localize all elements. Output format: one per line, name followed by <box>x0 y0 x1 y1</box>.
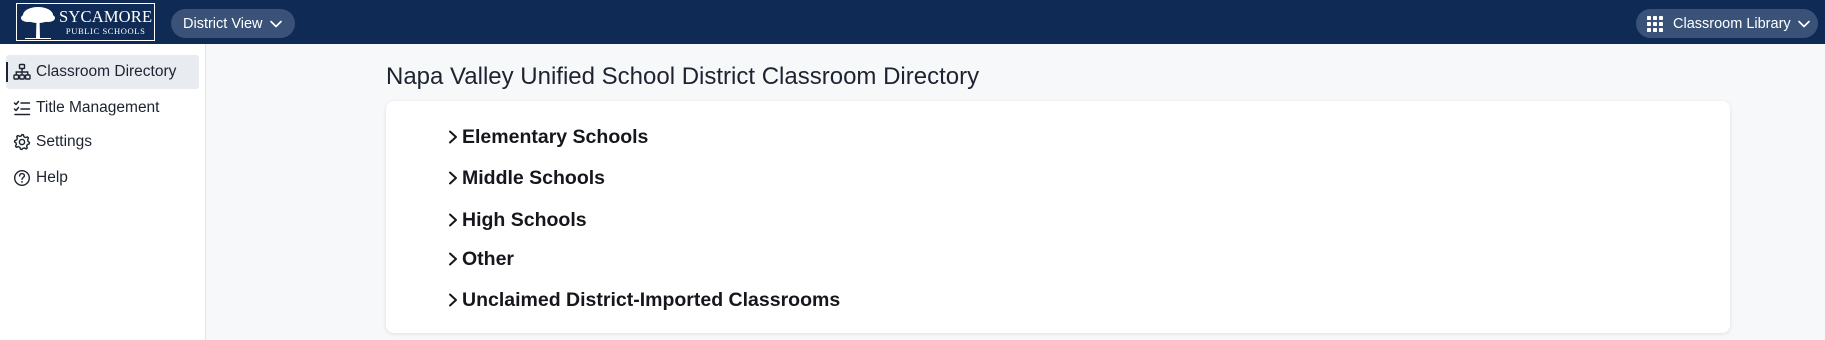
section-unclaimed-district-imported-classrooms[interactable]: Unclaimed District-Imported Classrooms <box>446 287 840 313</box>
logo-subtitle: PUBLIC SCHOOLS <box>65 26 146 36</box>
section-label: Other <box>462 247 515 270</box>
directory-card: Elementary Schools Middle Schools High S… <box>386 101 1730 333</box>
district-view-label: District View <box>183 15 263 32</box>
section-other[interactable]: Other <box>446 246 514 272</box>
section-label: Unclaimed District-Imported Classrooms <box>462 288 841 311</box>
section-elementary-schools[interactable]: Elementary Schools <box>446 124 648 150</box>
section-label: Middle Schools <box>462 166 606 189</box>
chevron-right-icon <box>449 252 457 266</box>
top-navbar: SYCAMORE PUBLIC SCHOOLS District View Cl… <box>0 0 1825 44</box>
chevron-right-icon <box>449 130 457 144</box>
tree-logo-icon <box>21 7 55 39</box>
sidebar-item-label: Classroom Directory <box>36 63 177 80</box>
sidebar-item-title-management[interactable]: Title Management <box>6 91 199 125</box>
apps-grid-icon <box>1647 15 1663 32</box>
section-label: Elementary Schools <box>462 125 649 148</box>
sycamore-logo[interactable]: SYCAMORE PUBLIC SCHOOLS <box>16 3 155 41</box>
sidebar-item-settings[interactable]: Settings <box>6 125 199 159</box>
sidebar-item-help[interactable]: Help <box>6 161 199 195</box>
classroom-library-label: Classroom Library <box>1673 15 1791 32</box>
classroom-library-dropdown[interactable]: Classroom Library <box>1636 9 1818 38</box>
org-chart-icon <box>13 63 31 80</box>
sidebar-item-label: Title Management <box>36 99 160 116</box>
section-label: High Schools <box>462 208 587 231</box>
chevron-right-icon <box>449 213 457 227</box>
sidebar: Classroom Directory Title Management Set… <box>0 44 206 340</box>
sidebar-item-label: Settings <box>36 133 93 150</box>
logo-title: SYCAMORE <box>59 6 153 26</box>
logo-text: SYCAMORE PUBLIC SCHOOLS <box>59 6 153 36</box>
sidebar-item-classroom-directory[interactable]: Classroom Directory <box>6 55 199 89</box>
section-middle-schools[interactable]: Middle Schools <box>446 165 605 191</box>
section-high-schools[interactable]: High Schools <box>446 207 587 233</box>
gear-icon <box>13 133 31 151</box>
chevron-down-icon <box>1797 20 1810 27</box>
page-title: Napa Valley Unified School District Clas… <box>386 63 980 90</box>
chevron-down-icon <box>269 20 282 27</box>
district-view-dropdown[interactable]: District View <box>171 9 295 38</box>
checklist-icon <box>13 100 31 116</box>
sidebar-item-label: Help <box>36 169 68 186</box>
question-circle-icon <box>13 169 31 187</box>
chevron-right-icon <box>449 293 457 307</box>
chevron-right-icon <box>449 171 457 185</box>
